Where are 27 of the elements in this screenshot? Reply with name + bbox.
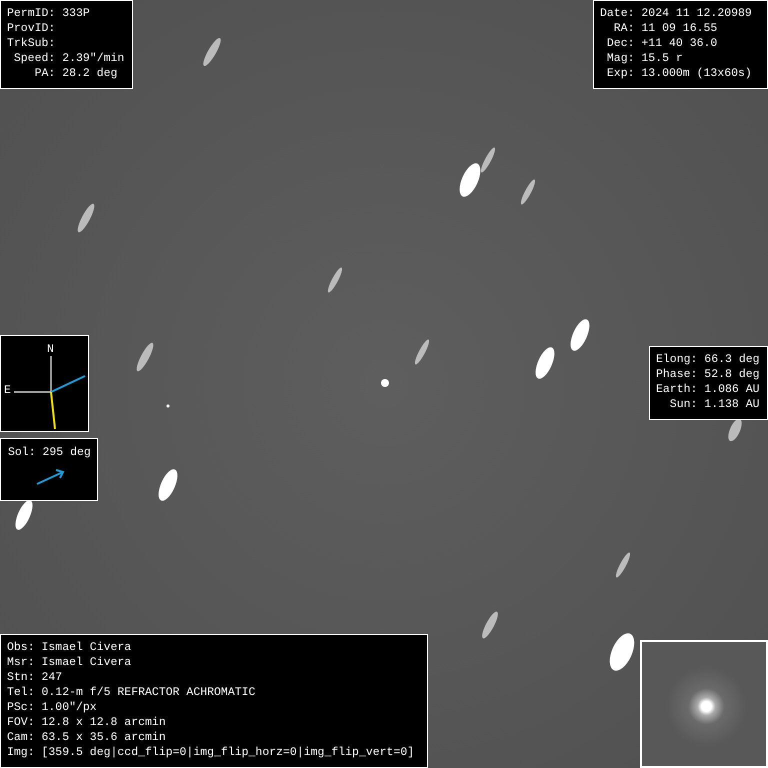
info-line: FOV: 12.8 x 12.8 arcmin (7, 715, 167, 730)
info-line: ProvID: (7, 21, 56, 36)
info-line: PSc: 1.00"/px (7, 700, 98, 715)
info-line: Tel: 0.12-m f/5 REFRACTOR ACHROMATIC (7, 685, 256, 700)
info-line: Exp: 13.000m (13x60s) (606, 66, 753, 81)
info-line: Dec: +11 40 36.0 (606, 36, 718, 51)
info-line: RA: 11 09 16.55 (612, 21, 718, 36)
info-line: Stn: 247 (7, 670, 64, 685)
info-line: TrkSub: (7, 36, 56, 51)
info-line: PermID: 333P (7, 6, 91, 21)
info-line: Phase: 52.8 deg (656, 367, 761, 382)
info-line: Img: [359.5 deg|ccd_flip=0|img_flip_horz=0|img_flip_vert=0] (7, 745, 416, 760)
info-line: Cam: 63.5 x 35.6 arcmin (7, 730, 167, 745)
info-line: Mag: 15.5 r (606, 51, 684, 66)
info-line: Msr: Ismael Civera (7, 655, 132, 670)
info-line: Speed: 2.39"/min (12, 51, 126, 66)
east-label: E (4, 384, 11, 397)
sol-angle-text: Sol: 295 deg (8, 445, 91, 460)
info-line: Earth: 1.086 AU (656, 382, 761, 397)
info-line: Elong: 66.3 deg (656, 352, 761, 367)
compass-axes-icon (14, 356, 52, 393)
info-line: Sun: 1.138 AU (668, 397, 761, 412)
info-line: PA: 28.2 deg (34, 66, 118, 81)
info-line: Obs: Ismael Civera (7, 640, 132, 655)
arrow-icon (36, 468, 66, 486)
info-line: Date: 2024 11 12.20989 (600, 6, 753, 21)
north-label: N (47, 343, 54, 356)
